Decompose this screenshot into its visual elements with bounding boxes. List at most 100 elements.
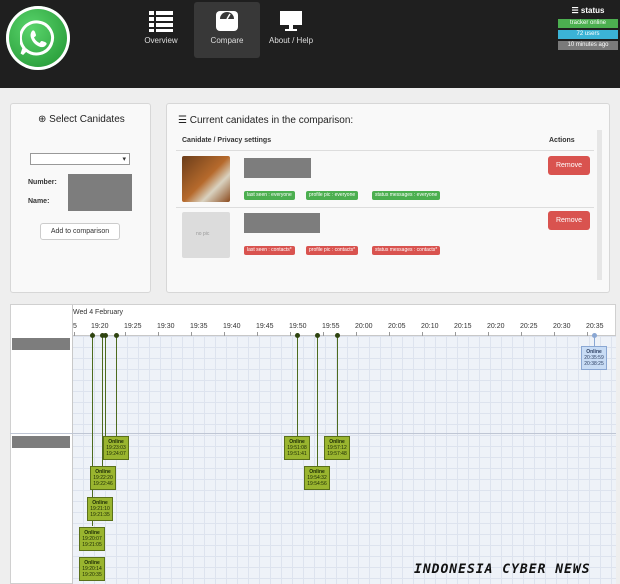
candidate-avatar-placeholder: no pic (182, 212, 230, 258)
redacted-candidate-name (244, 213, 320, 233)
timeline-tick-mark (455, 332, 456, 336)
timeline-tick-mark (224, 332, 225, 336)
lane-separator (10, 433, 616, 434)
event-dot (335, 333, 340, 338)
online-event[interactable]: Online 19:51:08 19:51:41 (284, 436, 310, 460)
timeline-tick-label: 20:30 (553, 323, 571, 330)
timeline-grid (72, 336, 616, 584)
timeline-tick-label: 20:35 (586, 323, 604, 330)
online-event[interactable]: Online 19:20:14 19:20:35 (79, 557, 105, 581)
timeline-tick-mark (257, 332, 258, 336)
timeline-tick-mark (521, 332, 522, 336)
online-event[interactable]: Online 19:22:20 19:22:46 (90, 466, 116, 490)
timeline-tick-label: 20:15 (454, 323, 472, 330)
scale-icon (216, 11, 238, 31)
comparison-scrollbar[interactable] (597, 130, 602, 280)
event-connector (105, 336, 106, 436)
timeline-tick-mark (323, 332, 324, 336)
redacted-lane-label (12, 436, 70, 448)
timeline-tick-mark (422, 332, 423, 336)
redacted-lane-label (12, 338, 70, 350)
timeline-tick-mark (125, 332, 126, 336)
privacy-tag: status messages : everyone (372, 191, 441, 200)
event-dot (103, 333, 108, 338)
redacted-candidate-name (244, 158, 311, 178)
timeline-tick-label: 19:35 (190, 323, 208, 330)
event-dot (295, 333, 300, 338)
timeline-axis-line (72, 335, 616, 336)
list-icon-small: ☰ (178, 115, 187, 126)
timeline-tick-mark (488, 332, 489, 336)
timeline-label-divider (72, 305, 73, 584)
privacy-tag: last seen : everyone (244, 191, 295, 200)
timeline-tick-label: 20:00 (355, 323, 373, 330)
status-box: ☰ status tracker online 72 users 10 minu… (558, 5, 618, 57)
online-event[interactable]: Online 19:23:03 19:24:07 (103, 436, 129, 460)
header-divider (176, 150, 594, 151)
status-users-badge: 72 users (558, 30, 618, 39)
redacted-number-name (68, 174, 132, 211)
online-event[interactable]: Online 19:54:32 19:54:56 (304, 466, 330, 490)
candidate-avatar (182, 156, 230, 202)
nav-compare-label: Compare (210, 36, 244, 45)
monitor-icon (280, 11, 302, 31)
list-icon (149, 11, 173, 32)
online-event[interactable]: Online 19:21:10 19:21:35 (87, 497, 113, 521)
online-event[interactable]: Online 19:20:07 19:21:05 (79, 527, 105, 551)
remove-button[interactable]: Remove (548, 156, 590, 175)
timeline-tick-label: 20:25 (520, 323, 538, 330)
timeline-tick-label: 19:30 (157, 323, 175, 330)
search-icon: ⊕ (38, 114, 47, 125)
timeline-tick-label: 20:10 (421, 323, 439, 330)
row-divider (176, 207, 594, 208)
col-candidate-header: Canidate / Privacy settings (182, 137, 272, 144)
nav-overview[interactable]: Overview (128, 2, 194, 58)
timeline-tick-label: 19:45 (256, 323, 274, 330)
timeline-tick-mark (554, 332, 555, 336)
timeline-tick-label: 19:40 (223, 323, 241, 330)
top-navbar: Overview Compare About / Help ☰ status t… (0, 0, 620, 88)
status-updated-badge: 10 minutes ago (558, 41, 618, 50)
timeline-tick-mark (74, 332, 75, 336)
privacy-tag: status messages : contacts* (372, 246, 441, 255)
select-panel-title: ⊕ Select Canidates (38, 114, 125, 125)
name-label: Name: (28, 198, 50, 205)
privacy-tag: profile pic : contacts* (306, 246, 359, 255)
timeline-tick-mark (290, 332, 291, 336)
candidate-select[interactable]: ▾ (30, 153, 130, 165)
event-dot (592, 333, 597, 338)
status-tracker-badge: tracker online (558, 19, 618, 28)
event-connector (116, 336, 117, 436)
timeline-tick-mark (356, 332, 357, 336)
whatsapp-logo[interactable] (6, 6, 70, 70)
nav-compare[interactable]: Compare (194, 2, 260, 58)
caret-down-icon: ▾ (122, 156, 126, 163)
add-to-comparison-button[interactable]: Add to comparison (40, 223, 120, 240)
watermark-text: INDONESIA CYBER NEWS (414, 562, 591, 577)
event-connector (317, 336, 318, 466)
timeline-tick-mark (389, 332, 390, 336)
col-actions-header: Actions (549, 137, 575, 144)
timeline-tick-label: 19:25 (124, 323, 142, 330)
privacy-tag: profile pic : everyone (306, 191, 359, 200)
timeline-tick-label: 20:05 (388, 323, 406, 330)
online-event[interactable]: Online 19:57:12 19:57:48 (324, 436, 350, 460)
number-label: Number: (28, 179, 57, 186)
event-connector (337, 336, 338, 436)
timeline-date: Wed 4 February (73, 309, 124, 316)
no-pic-text: no pic (196, 231, 210, 237)
nav-overview-label: Overview (144, 36, 178, 45)
event-dot (114, 333, 119, 338)
status-list-icon: ☰ (571, 6, 581, 15)
remove-button[interactable]: Remove (548, 211, 590, 230)
nav-about-label: About / Help (268, 36, 314, 45)
timeline-tick-mark (158, 332, 159, 336)
timeline-tick-label: 19:20 (91, 323, 109, 330)
online-event[interactable]: Online 20:35:59 20:38:25 (581, 346, 607, 370)
event-dot (315, 333, 320, 338)
event-connector (297, 336, 298, 436)
nav-about[interactable]: About / Help (258, 2, 324, 58)
timeline-tick-mark (191, 332, 192, 336)
timeline-tick-label: 20:20 (487, 323, 505, 330)
event-dot (90, 333, 95, 338)
